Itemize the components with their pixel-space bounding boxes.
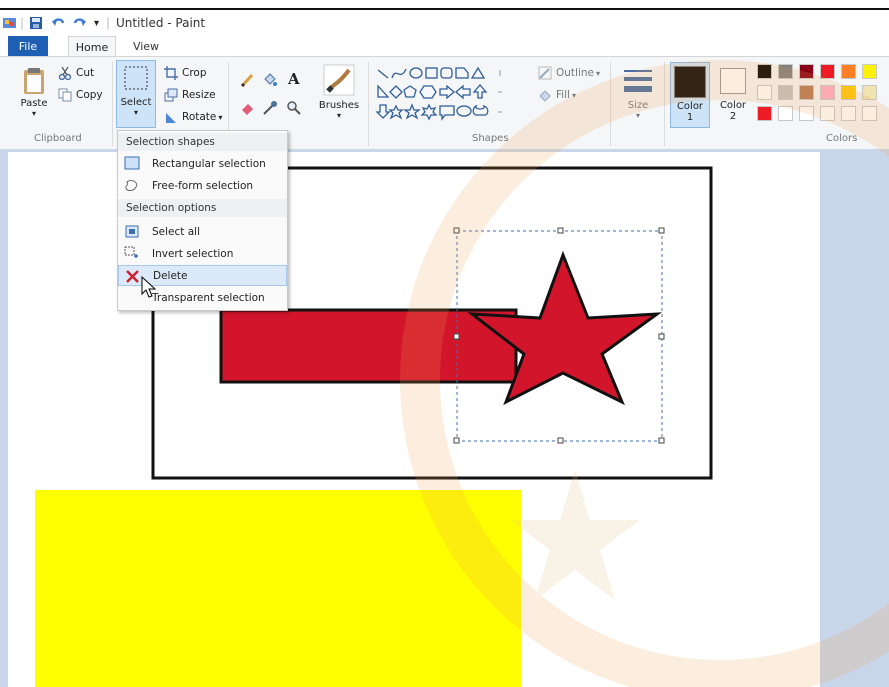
select-all-label: Select all — [152, 225, 200, 238]
select-all-icon — [124, 224, 140, 239]
red-bar-shape[interactable] — [219, 308, 518, 384]
canvas-drawing — [35, 60, 889, 687]
rectangular-selection-item[interactable]: Rectangular selection — [118, 153, 287, 174]
freeform-select-icon — [124, 178, 140, 193]
freeform-selection-label: Free-form selection — [152, 179, 254, 192]
freeform-selection-item[interactable]: Free-form selection — [118, 175, 287, 196]
rectangle-select-icon — [124, 156, 140, 171]
invert-selection-item[interactable]: Invert selection — [118, 243, 287, 264]
paint-window: | ▾ | Untitled - Paint File Home View Pa… — [0, 0, 889, 687]
transparent-selection-label: Transparent selection — [152, 291, 265, 304]
selection-options-header: Selection options — [118, 199, 287, 217]
rectangular-selection-label: Rectangular selection — [152, 157, 266, 170]
delete-x-icon — [125, 269, 141, 284]
select-all-item[interactable]: Select all — [118, 221, 287, 242]
invert-selection-label: Invert selection — [152, 247, 234, 260]
mouse-cursor-icon — [141, 276, 157, 298]
selection-shapes-header: Selection shapes — [118, 133, 287, 151]
invert-selection-icon — [124, 246, 140, 261]
